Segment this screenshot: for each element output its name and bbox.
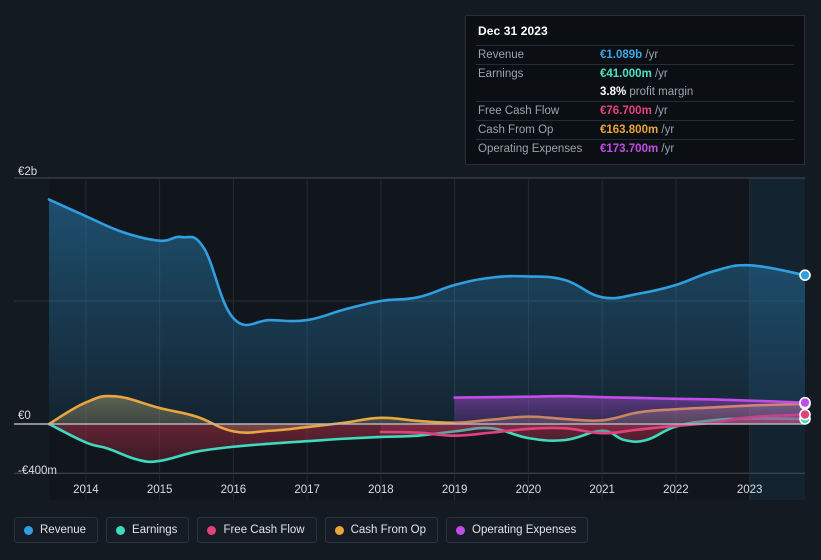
tooltip-row-value: €76.700m /yr xyxy=(598,101,794,121)
tooltip-row: Earnings €41.000m /yr xyxy=(476,64,794,83)
series-operating-expenses xyxy=(453,394,807,424)
legend-item-label: Free Cash Flow xyxy=(223,524,305,536)
x-axis-tick-label: 2016 xyxy=(220,484,247,496)
x-axis-tick-label: 2015 xyxy=(146,484,173,496)
tooltip-unit: /yr xyxy=(651,68,668,80)
tooltip-date: Dec 31 2023 xyxy=(478,24,548,38)
x-axis-tick-label: 2014 xyxy=(73,484,99,496)
series-endpoint-marker xyxy=(799,269,811,281)
legend-color-dot xyxy=(334,525,344,535)
y-axis-tick-label: €2b xyxy=(18,166,38,178)
legend-item-cash-from-op[interactable]: Cash From Op xyxy=(324,517,439,543)
tooltip-amount: €173.700m xyxy=(600,143,659,155)
x-axis-tick-label: 2021 xyxy=(589,484,615,496)
tooltip-row-value: €1.089b /yr xyxy=(598,45,794,65)
tooltip-row-label: Operating Expenses xyxy=(476,139,598,158)
tooltip-amount: €76.700m xyxy=(600,105,652,117)
series-endpoint-marker xyxy=(799,408,811,421)
tooltip-unit: /yr xyxy=(642,49,659,61)
tooltip-profit-margin: 3.8% profit margin xyxy=(598,83,794,102)
y-axis-tick-label: €0 xyxy=(18,410,31,422)
tooltip-profit-margin-row: 3.8% profit margin xyxy=(476,83,794,102)
legend-item-label: Revenue xyxy=(40,524,87,536)
tooltip-row-label: Earnings xyxy=(476,64,598,83)
tooltip-spacer xyxy=(476,83,598,102)
x-axis-tick-label: 2017 xyxy=(294,484,320,496)
series-endpoint-marker xyxy=(799,396,811,409)
legend-item-label: Operating Expenses xyxy=(472,524,577,536)
tooltip-amount: €41.000m xyxy=(600,68,652,80)
tooltip-unit: /yr xyxy=(651,105,668,117)
y-axis-tick-label: -€400m xyxy=(18,465,57,477)
legend-item-label: Cash From Op xyxy=(350,524,427,536)
tooltip-row-label: Free Cash Flow xyxy=(476,101,598,121)
legend-color-dot xyxy=(207,525,217,535)
tooltip-unit: /yr xyxy=(658,124,675,136)
tooltip-unit: /yr xyxy=(658,143,675,155)
legend-item-label: Earnings xyxy=(132,524,178,536)
legend-color-dot xyxy=(456,525,466,535)
tooltip-row-value: €163.800m /yr xyxy=(598,120,794,140)
profit-margin-label: profit margin xyxy=(626,86,694,98)
tooltip-row-value: €173.700m /yr xyxy=(598,139,794,158)
tooltip-row-label: Cash From Op xyxy=(476,120,598,140)
financial-chart-page: €2b €0 -€400m 2014 2015 2016 2017 2018 2019 2020 2… xyxy=(0,0,821,560)
legend-color-dot xyxy=(24,525,33,535)
tooltip-row: Operating Expenses €173.700m /yr xyxy=(476,139,794,158)
tooltip-amount: €1.089b xyxy=(600,49,643,61)
x-axis-tick-label: 2023 xyxy=(736,484,763,496)
x-axis-tick-label: 2022 xyxy=(663,484,689,496)
x-axis-tick-label: 2019 xyxy=(441,484,468,496)
tooltip-row-value: €41.000m /yr xyxy=(598,64,794,83)
tooltip-amount: €163.800m xyxy=(600,124,659,136)
x-axis-tick-label: 2020 xyxy=(515,484,542,496)
legend-item-free-cash-flow[interactable]: Free Cash Flow xyxy=(197,517,317,543)
tooltip-table: Revenue €1.089b /yr Earnings €41.000m /yr 3.… xyxy=(476,45,794,158)
tooltip-row-label: Revenue xyxy=(476,45,598,65)
profit-margin-value: 3.8% xyxy=(600,86,627,98)
legend-item-operating-expenses[interactable]: Operating Expenses xyxy=(446,517,589,543)
data-tooltip: Dec 31 2023 Revenue €1.089b /yr Earnings €4… xyxy=(465,15,805,165)
tooltip-row: Revenue €1.089b /yr xyxy=(476,45,794,65)
chart-legend: Revenue Earnings Free Cash Flow Cash From O… xyxy=(0,506,821,554)
x-axis-tick-label: 2018 xyxy=(368,484,394,496)
legend-item-revenue[interactable]: Revenue xyxy=(14,517,99,543)
tooltip-row: Cash From Op €163.800m /yr xyxy=(476,120,794,140)
legend-color-dot xyxy=(116,525,126,535)
legend-item-earnings[interactable]: Earnings xyxy=(106,517,190,543)
tooltip-row: Free Cash Flow €76.700m /yr xyxy=(476,101,794,121)
